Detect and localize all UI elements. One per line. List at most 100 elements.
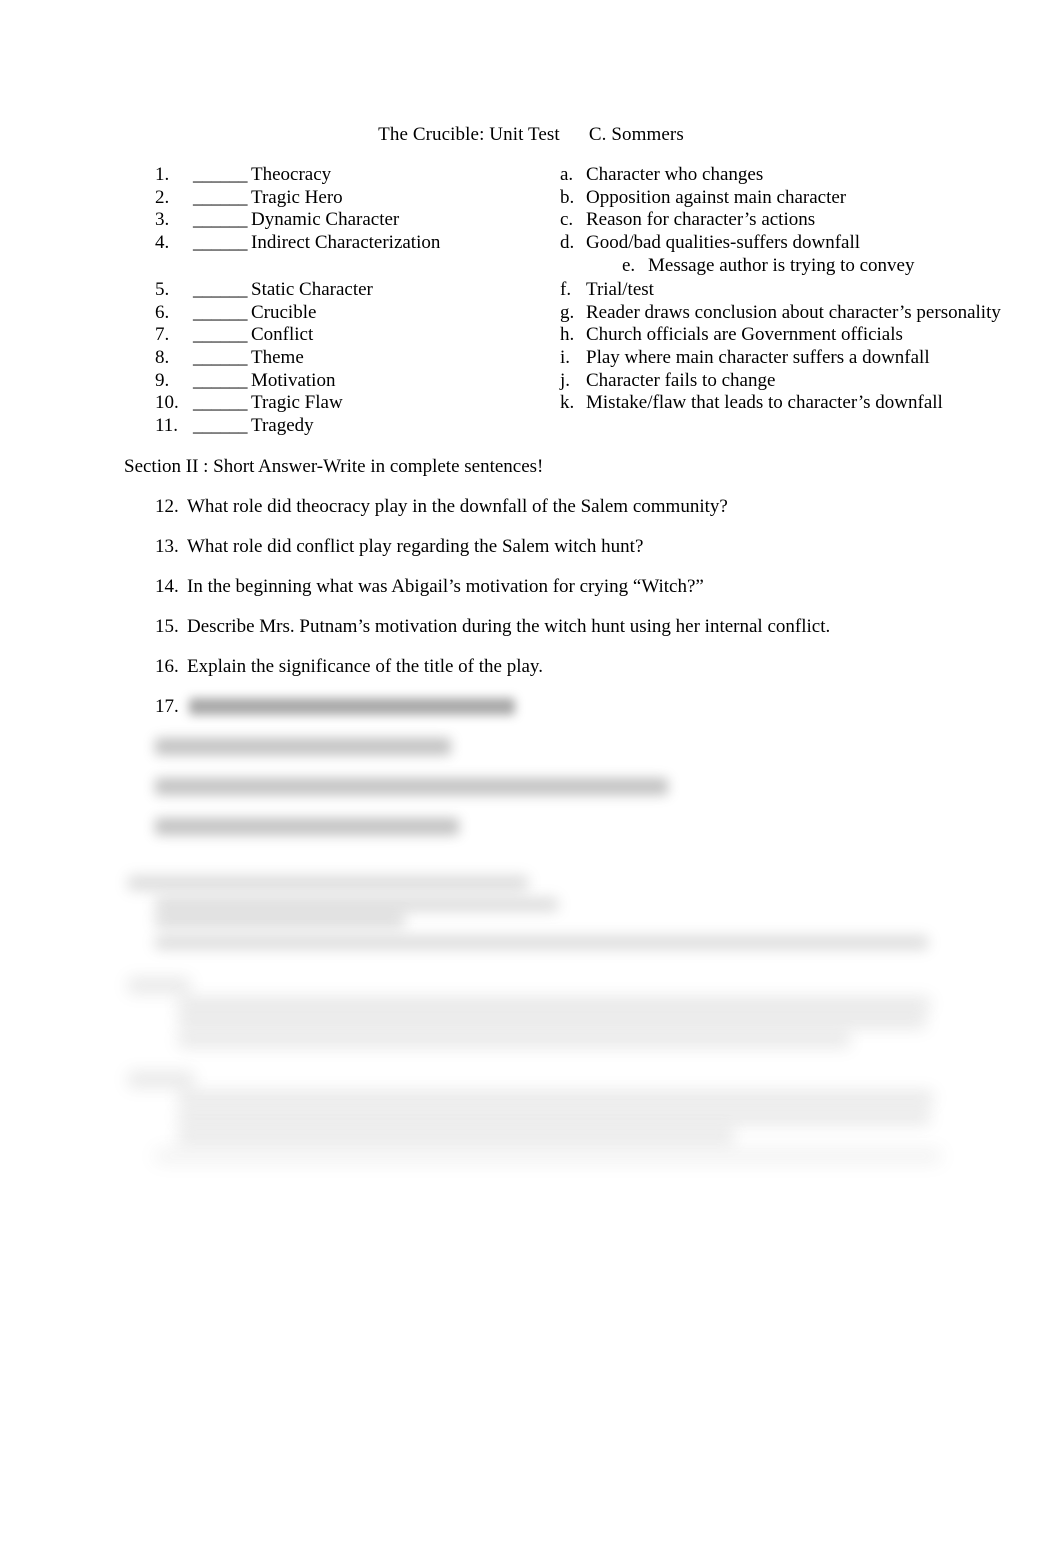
question-number: 15. bbox=[155, 616, 179, 637]
definition-row: k. Mistake/flaw that leads to character’… bbox=[560, 392, 980, 415]
term-label: Tragedy bbox=[251, 415, 314, 437]
matching-definitions-group-two: f. Trial/test g. Reader draws conclusion… bbox=[560, 279, 1001, 415]
definition-text: Character fails to change bbox=[586, 369, 776, 391]
page-title: The Crucible: Unit Test C. Sommers bbox=[0, 124, 1062, 146]
obscured-question-line bbox=[155, 818, 459, 835]
obscured-text-line bbox=[178, 1091, 933, 1105]
answer-blank[interactable]: ______ bbox=[193, 370, 248, 392]
definition-letter: f. bbox=[560, 279, 572, 300]
term-number: 3. bbox=[155, 209, 170, 231]
term-label: Conflict bbox=[251, 324, 314, 346]
question-number: 12. bbox=[155, 496, 179, 517]
question-row: 12. What role did theocracy play in the … bbox=[155, 496, 728, 518]
obscured-question-line bbox=[155, 778, 668, 795]
answer-blank[interactable]: ______ bbox=[193, 232, 248, 254]
answer-blank[interactable]: ______ bbox=[193, 392, 248, 414]
matching-term-row[interactable]: 7. ______ Conflict bbox=[155, 324, 585, 347]
term-label: Static Character bbox=[251, 279, 373, 300]
definition-row: d. Good/bad qualities-suffers downfall bbox=[560, 232, 980, 255]
answer-blank[interactable]: ______ bbox=[193, 187, 248, 209]
matching-term-row[interactable]: 1. ______ Theocracy bbox=[155, 164, 585, 187]
matching-term-row[interactable]: 4. ______ Indirect Characterization bbox=[155, 232, 585, 255]
matching-term-row[interactable]: 10. ______ Tragic Flaw bbox=[155, 392, 585, 415]
obscured-text-line bbox=[155, 936, 928, 949]
definition-text: Church officials are Government official… bbox=[586, 324, 903, 346]
question-row: 14. In the beginning what was Abigail’s … bbox=[155, 576, 704, 598]
answer-blank[interactable]: ______ bbox=[193, 209, 248, 231]
definition-letter: b. bbox=[560, 186, 575, 208]
definition-text: Trial/test bbox=[586, 279, 654, 300]
definition-letter: k. bbox=[560, 392, 575, 414]
question-number: 17. bbox=[155, 696, 179, 717]
term-label: Tragic Flaw bbox=[251, 392, 343, 414]
matching-term-row[interactable]: 2. ______ Tragic Hero bbox=[155, 187, 585, 210]
definition-row: h. Church officials are Government offic… bbox=[560, 324, 980, 347]
term-number: 8. bbox=[155, 347, 170, 369]
answer-blank[interactable]: ______ bbox=[193, 415, 248, 437]
definition-text: Character who changes bbox=[586, 164, 764, 185]
obscured-question-line bbox=[189, 698, 515, 715]
term-label: Dynamic Character bbox=[251, 209, 400, 231]
term-number: 7. bbox=[155, 324, 170, 346]
term-label: Motivation bbox=[251, 369, 336, 391]
obscured-text-line bbox=[178, 1110, 930, 1124]
matching-definitions-group-one: a. Character who changes b. Opposition a… bbox=[560, 164, 980, 277]
obscured-text-line bbox=[178, 1033, 850, 1047]
matching-term-row[interactable]: 11. ______ Tragedy bbox=[155, 415, 585, 438]
definition-letter: g. bbox=[560, 301, 575, 323]
page-title-text: The Crucible: Unit Test C. Sommers bbox=[378, 124, 684, 145]
matching-terms-group-one: 1. ______ Theocracy 2. ______ Tragic Her… bbox=[155, 164, 585, 255]
question-text: Describe Mrs. Putnam’s motivation during… bbox=[187, 616, 831, 637]
matching-term-row[interactable]: 9. ______ Motivation bbox=[155, 370, 585, 393]
definition-row: g. Reader draws conclusion about charact… bbox=[560, 301, 1001, 325]
term-number: 6. bbox=[155, 301, 170, 323]
question-number: 13. bbox=[155, 536, 179, 557]
document-page: The Crucible: Unit Test C. Sommers 1. __… bbox=[0, 0, 1062, 1556]
definition-text: Play where main character suffers a down… bbox=[586, 347, 930, 369]
term-number: 1. bbox=[155, 164, 170, 185]
definition-letter: e. bbox=[622, 254, 636, 276]
definition-row: b. Opposition against main character bbox=[560, 187, 980, 210]
question-text: What role did theocracy play in the down… bbox=[187, 496, 728, 517]
term-number: 11. bbox=[155, 415, 179, 437]
question-row: 15. Describe Mrs. Putnam’s motivation du… bbox=[155, 616, 830, 638]
term-label: Indirect Characterization bbox=[251, 232, 441, 254]
obscured-block-heading bbox=[128, 876, 528, 890]
definition-row: c. Reason for character’s actions bbox=[560, 209, 980, 232]
definition-text: Reason for character’s actions bbox=[586, 209, 816, 231]
answer-blank[interactable]: ______ bbox=[193, 324, 248, 346]
definition-row: j. Character fails to change bbox=[560, 370, 980, 393]
answer-blank[interactable]: ______ bbox=[193, 164, 248, 186]
obscured-text-line bbox=[155, 1150, 941, 1162]
term-number: 9. bbox=[155, 369, 170, 391]
term-number: 4. bbox=[155, 232, 170, 254]
question-text: Explain the significance of the title of… bbox=[187, 656, 543, 677]
question-row-obscured: 17. bbox=[155, 696, 187, 718]
obscured-question-line bbox=[155, 738, 451, 755]
matching-term-row[interactable]: 8. ______ Theme bbox=[155, 347, 585, 370]
term-label: Tragic Hero bbox=[251, 186, 343, 208]
definition-text: Reader draws conclusion about character’… bbox=[586, 301, 1001, 323]
obscured-text-line bbox=[178, 997, 930, 1011]
definition-row: i. Play where main character suffers a d… bbox=[560, 347, 980, 370]
matching-term-row[interactable]: 6. ______ Crucible bbox=[155, 302, 585, 325]
definition-letter: j. bbox=[560, 369, 571, 391]
matching-term-row[interactable]: 5. ______ Static Character bbox=[155, 279, 585, 302]
answer-blank[interactable]: ______ bbox=[193, 347, 248, 369]
matching-term-row[interactable]: 3. ______ Dynamic Character bbox=[155, 209, 585, 232]
definition-text: Good/bad qualities-suffers downfall bbox=[586, 232, 861, 254]
answer-blank[interactable]: ______ bbox=[193, 302, 248, 324]
question-number: 16. bbox=[155, 656, 179, 677]
obscured-block-heading bbox=[128, 1072, 194, 1087]
obscured-text-line bbox=[178, 1014, 926, 1028]
obscured-block-heading bbox=[128, 978, 190, 993]
definition-text: Opposition against main character bbox=[586, 186, 847, 208]
matching-terms-group-two: 5. ______ Static Character 6. ______ Cru… bbox=[155, 279, 585, 438]
definition-row: e. Message author is trying to convey bbox=[560, 255, 980, 278]
question-row: 13. What role did conflict play regardin… bbox=[155, 536, 643, 558]
question-row: 16. Explain the significance of the titl… bbox=[155, 656, 543, 678]
question-text: What role did conflict play regarding th… bbox=[187, 536, 644, 557]
answer-blank[interactable]: ______ bbox=[193, 279, 248, 301]
section-two-heading: Section II : Short Answer-Write in compl… bbox=[124, 456, 544, 477]
obscured-text-line bbox=[155, 898, 558, 911]
